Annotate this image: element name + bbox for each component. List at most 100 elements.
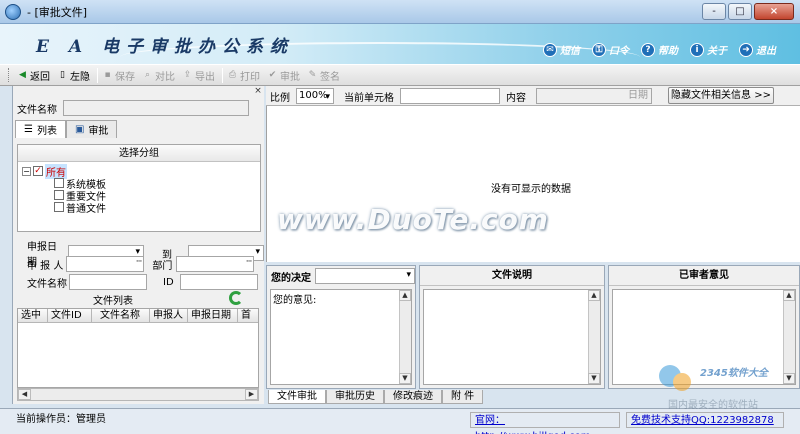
- filter-file-name-input[interactable]: [69, 274, 147, 290]
- support-link[interactable]: 免费技术支持QQ:1223982878: [626, 412, 784, 428]
- site-watermark-text: 2345软件大全: [700, 368, 768, 379]
- scroll-right-icon[interactable]: ▶: [245, 389, 258, 400]
- scroll-up-icon[interactable]: ▲: [783, 290, 795, 301]
- tab-list[interactable]: ☰ 列表: [15, 120, 66, 138]
- reviewer-opinion-header: 已审者意见: [609, 266, 799, 286]
- magnifier-icon: ⌕: [144, 69, 151, 80]
- approve-button[interactable]: ✔ 审批: [267, 68, 300, 83]
- column-header[interactable]: 选中: [18, 309, 48, 322]
- file-description-pane: 文件说明 ▲ ▼: [419, 265, 605, 389]
- panel-icon: ▯: [60, 69, 65, 80]
- nav-about[interactable]: i 关于: [690, 42, 727, 57]
- opinion-label: 您的意见:: [273, 295, 317, 306]
- nav-help-label: 帮助: [658, 46, 678, 57]
- printer-icon: ⎙: [228, 69, 237, 80]
- info-icon: i: [690, 42, 704, 57]
- nav-sms-label: 短信: [560, 46, 580, 57]
- export-button[interactable]: ⇪ 导出: [182, 68, 215, 83]
- decision-label: 您的决定: [271, 272, 311, 284]
- monitor-icon: ▣: [74, 124, 85, 135]
- nav-password[interactable]: ⚿ 口令: [592, 42, 629, 57]
- operator-status: 当前操作员：管理员: [16, 414, 106, 425]
- checkbox[interactable]: [54, 202, 64, 212]
- tab-approval-history[interactable]: 审批历史: [326, 390, 384, 404]
- id-label: ID: [163, 276, 174, 288]
- vertical-scrollbar[interactable]: ▲ ▼: [399, 290, 411, 384]
- column-header[interactable]: 申报日期: [188, 309, 238, 322]
- scroll-down-icon[interactable]: ▼: [588, 373, 600, 384]
- tab-attachments[interactable]: 附 件: [442, 390, 484, 404]
- website-link[interactable]: 官网：http://www.billgod.com: [470, 412, 620, 434]
- hide-left-label: 左隐: [70, 71, 90, 83]
- close-panel-icon[interactable]: ×: [252, 87, 264, 96]
- bottom-tabs: 文件审批 审批历史 修改痕迹 附 件: [268, 390, 484, 404]
- back-button[interactable]: ◀ 返回: [17, 68, 50, 83]
- scroll-up-icon[interactable]: ▲: [399, 290, 411, 301]
- toolbar-separator: [97, 67, 98, 83]
- compare-label: 对比: [155, 71, 175, 83]
- file-name-field[interactable]: [63, 100, 249, 116]
- dept-picker[interactable]: [176, 256, 255, 272]
- nav-exit[interactable]: ➜ 退出: [739, 42, 776, 57]
- scale-select[interactable]: 100%: [296, 88, 334, 104]
- minimize-button[interactable]: -: [702, 3, 726, 20]
- close-button[interactable]: ×: [754, 3, 794, 20]
- date-field[interactable]: 日期: [536, 88, 652, 104]
- tree-root[interactable]: − ✓ 所有: [22, 163, 260, 179]
- column-header[interactable]: 文件ID: [48, 309, 92, 322]
- scroll-left-icon[interactable]: ◀: [18, 389, 31, 400]
- tree-item[interactable]: 普通文件: [22, 201, 260, 215]
- tab-file-approval[interactable]: 文件审批: [268, 390, 326, 404]
- hide-info-row: 隐藏文件相关信息 >>: [668, 87, 774, 104]
- column-header[interactable]: 首: [238, 309, 258, 322]
- column-header[interactable]: 申报人: [150, 309, 188, 322]
- back-label: 返回: [30, 71, 50, 83]
- current-cell-field[interactable]: [400, 88, 500, 104]
- tab-approve[interactable]: ▣ 审批: [65, 120, 118, 138]
- window-controls: - □ ×: [702, 3, 794, 20]
- print-button[interactable]: ⎙ 打印: [227, 68, 260, 83]
- nav-help[interactable]: ? 帮助: [641, 42, 678, 57]
- maximize-button[interactable]: □: [728, 3, 752, 20]
- key-icon: ⚿: [592, 42, 606, 57]
- right-panel: 比例 100% 当前单元格 内容 日期 隐藏文件相关信息 >> 没有可显示的数据…: [266, 86, 800, 404]
- sign-button[interactable]: ✎ 签名: [307, 68, 340, 83]
- export-icon: ⇪: [183, 69, 192, 80]
- tree-item-label: 普通文件: [66, 203, 106, 215]
- decision-select[interactable]: [315, 268, 415, 284]
- name-filter-row: 文件名称 ID: [27, 274, 258, 290]
- nav-sms[interactable]: ✉ 短信: [543, 42, 580, 57]
- tree-root-label: 所有: [45, 163, 67, 179]
- content-label: 内容: [506, 92, 526, 104]
- scroll-down-icon[interactable]: ▼: [399, 373, 411, 384]
- file-description-textarea[interactable]: ▲ ▼: [423, 289, 601, 385]
- scroll-up-icon[interactable]: ▲: [588, 290, 600, 301]
- hide-left-button[interactable]: ▯ 左隐: [57, 68, 90, 83]
- compare-button[interactable]: ⌕ 对比: [142, 68, 175, 83]
- nav-about-label: 关于: [707, 46, 727, 57]
- reporter-picker[interactable]: [66, 256, 145, 272]
- scale-row: 比例 100%: [270, 88, 334, 104]
- column-header[interactable]: 文件名称: [92, 309, 150, 322]
- horizontal-scrollbar[interactable]: ◀ ▶: [17, 388, 259, 401]
- tab-revision-marks[interactable]: 修改痕迹: [384, 390, 442, 404]
- file-list-table: 选中 文件ID 文件名称 申报人 申报日期 首: [17, 308, 259, 388]
- cell-row: 当前单元格: [344, 88, 500, 104]
- hide-info-button[interactable]: 隐藏文件相关信息 >>: [668, 87, 774, 104]
- id-input[interactable]: [179, 274, 258, 290]
- opinion-textarea[interactable]: 您的意见: ▲ ▼: [270, 289, 412, 385]
- tree-item[interactable]: 系统模板: [22, 177, 260, 191]
- document-view: 没有可显示的数据 www.DuoTe.com: [266, 106, 800, 262]
- save-button[interactable]: ▪ 保存: [102, 68, 135, 83]
- checkbox-checked-icon[interactable]: ✓: [33, 166, 43, 176]
- vertical-scrollbar[interactable]: ▲ ▼: [588, 290, 600, 384]
- help-icon: ?: [641, 42, 655, 57]
- approve-label: 审批: [280, 71, 300, 83]
- collapse-icon[interactable]: −: [22, 166, 31, 176]
- sign-label: 签名: [320, 71, 340, 83]
- tree-item[interactable]: 重要文件: [22, 189, 260, 203]
- decision-pane: 您的决定 您的意见: ▲ ▼: [266, 265, 416, 389]
- refresh-icon[interactable]: [229, 291, 243, 305]
- checkbox[interactable]: [54, 190, 64, 200]
- checkbox[interactable]: [54, 178, 64, 188]
